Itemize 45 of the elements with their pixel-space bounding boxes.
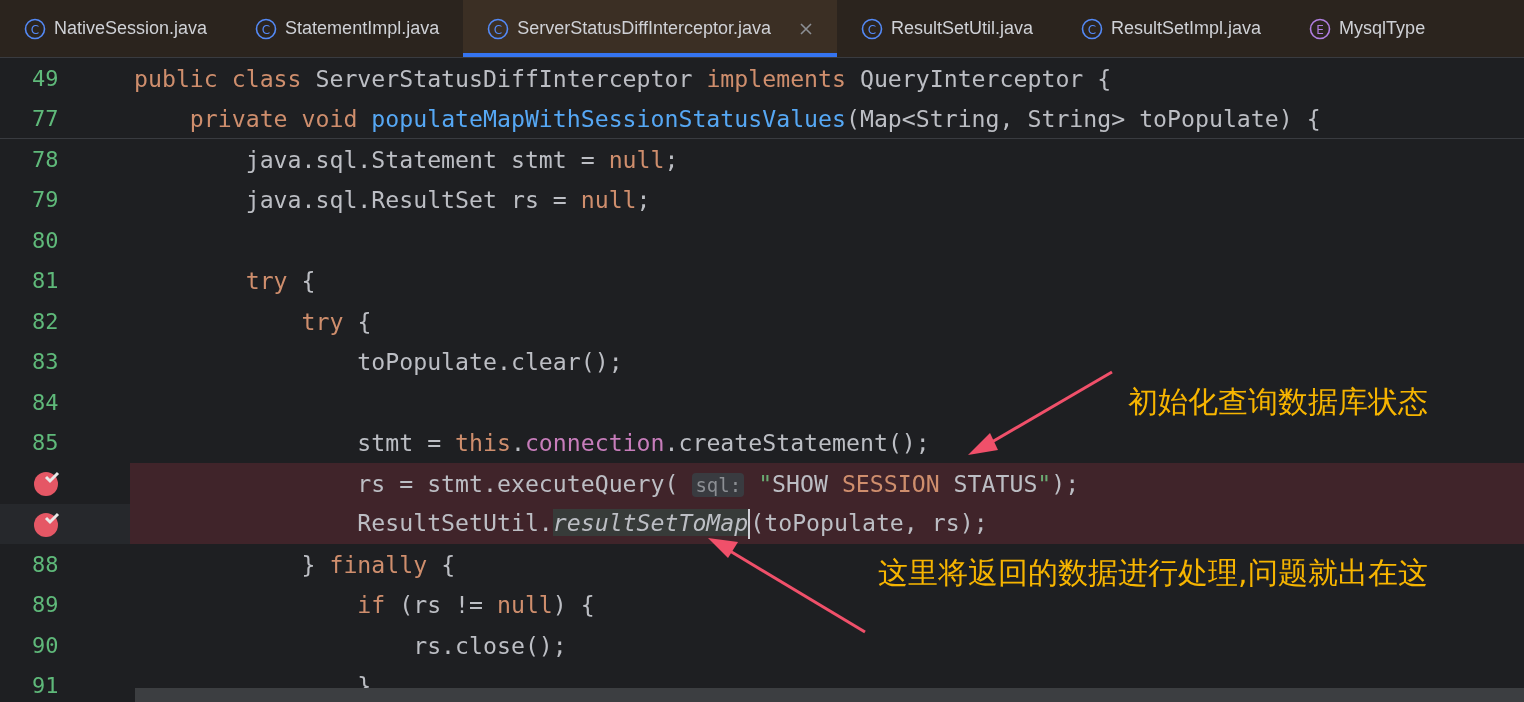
line-number: 79	[32, 187, 59, 213]
parameter-hint: sql:	[692, 472, 745, 497]
class-icon: C	[1081, 17, 1104, 40]
file-tab[interactable]: E MysqlType	[1285, 0, 1450, 57]
file-tab[interactable]: C ServerStatusDiffInterceptor.java	[463, 0, 837, 57]
file-tab[interactable]: C StatementImpl.java	[231, 0, 464, 57]
code-line: stmt = this.connection.createStatement();	[356, 429, 930, 457]
text-caret	[748, 509, 751, 539]
line-number: 84	[32, 389, 59, 415]
code-line: java.sql.Statement stmt = null;	[244, 145, 679, 173]
file-tab[interactable]: C NativeSession.java	[0, 0, 232, 57]
class-icon: C	[860, 17, 883, 40]
code-line: rs.close();	[412, 631, 567, 659]
line-number: 49	[32, 65, 59, 91]
code-line: public class ServerStatusDiffInterceptor implements QueryInterceptor {	[134, 64, 1112, 92]
file-tab[interactable]: C ResultSetImpl.java	[1057, 0, 1286, 57]
line-number: 89	[32, 592, 59, 618]
code-line: rs = stmt.executeQuery( sql: "SHOW SESSION STATUS");	[356, 469, 1080, 497]
class-icon: C	[255, 17, 278, 40]
horizontal-scrollbar[interactable]	[135, 688, 1524, 702]
code-line: if (rs != null) {	[356, 591, 595, 619]
annotation-text: 初始化查询数据库状态	[1128, 383, 1428, 421]
close-icon[interactable]	[798, 21, 813, 36]
code-line: try {	[300, 307, 372, 335]
code-line: ResultSetUtil.resultSetToMap(toPopulate, rs);	[134, 508, 988, 539]
line-number: 78	[32, 146, 59, 172]
code-line: try {	[244, 267, 316, 295]
code-line: } finally {	[300, 550, 456, 578]
code-line: toPopulate.clear();	[356, 348, 623, 376]
line-number: 82	[32, 308, 59, 334]
line-number: 83	[32, 349, 59, 375]
line-number: 88	[32, 551, 59, 577]
code-line: java.sql.ResultSet rs = null;	[244, 186, 651, 214]
line-number: 90	[32, 632, 59, 658]
line-number: 85	[32, 430, 59, 456]
line-number: 81	[32, 268, 59, 294]
file-tab[interactable]: C ResultSetUtil.java	[836, 0, 1058, 57]
class-icon: E	[1309, 17, 1332, 40]
class-icon: C	[24, 17, 46, 40]
line-number: 91	[32, 673, 59, 699]
class-icon: C	[487, 17, 510, 40]
line-number: 80	[32, 227, 59, 253]
annotation-text: 这里将返回的数据进行处理,问题就出在这	[878, 554, 1428, 592]
code-line: private void populateMapWithSessionStatusValues(Map<String, String> toPopulate) {	[188, 104, 1321, 132]
line-number: 77	[32, 105, 59, 131]
